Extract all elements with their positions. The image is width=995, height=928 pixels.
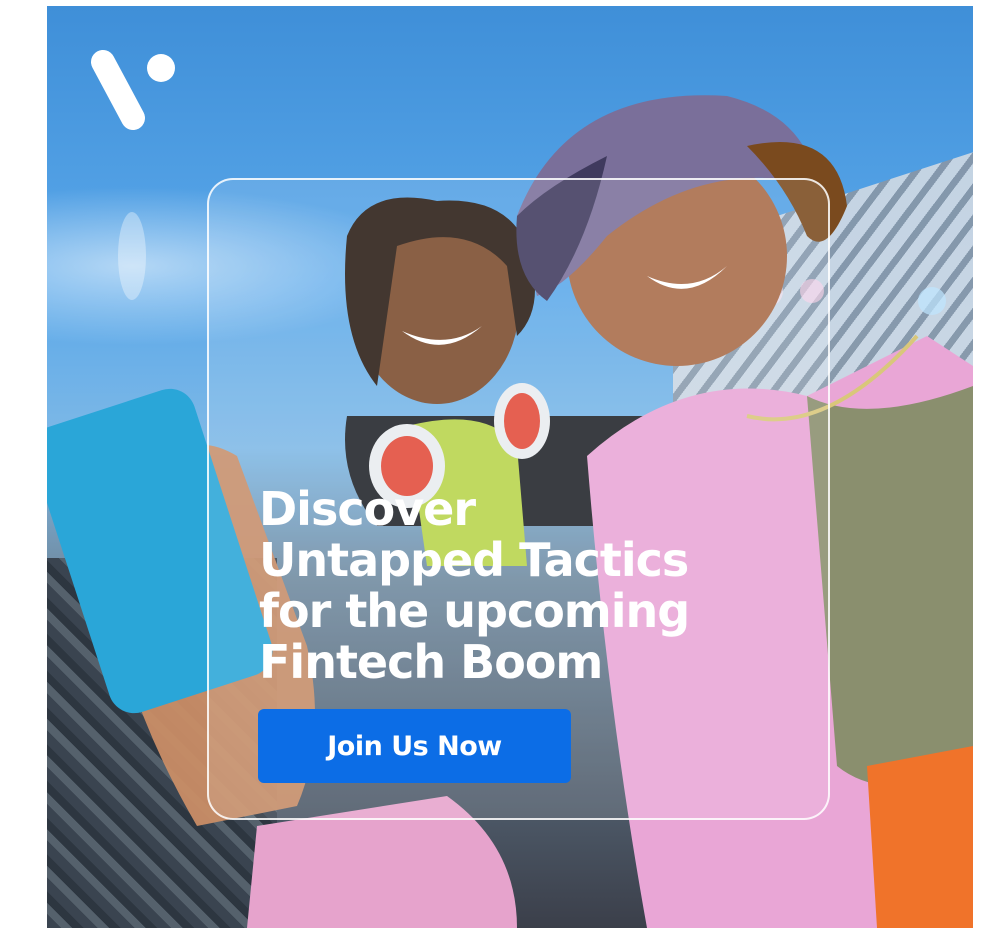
ad-banner[interactable]: Discover Untapped Tactics for the upcomi… <box>47 6 973 928</box>
headline-line-2: Untapped Tactics <box>259 533 689 587</box>
headline: Discover Untapped Tactics for the upcomi… <box>259 484 819 688</box>
headline-line-4: Fintech Boom <box>259 635 603 689</box>
brand-v-mark-icon <box>91 50 175 130</box>
join-us-now-button[interactable]: Join Us Now <box>258 709 571 783</box>
headline-line-3: for the upcoming <box>259 584 690 638</box>
headline-line-1: Discover <box>259 482 476 536</box>
